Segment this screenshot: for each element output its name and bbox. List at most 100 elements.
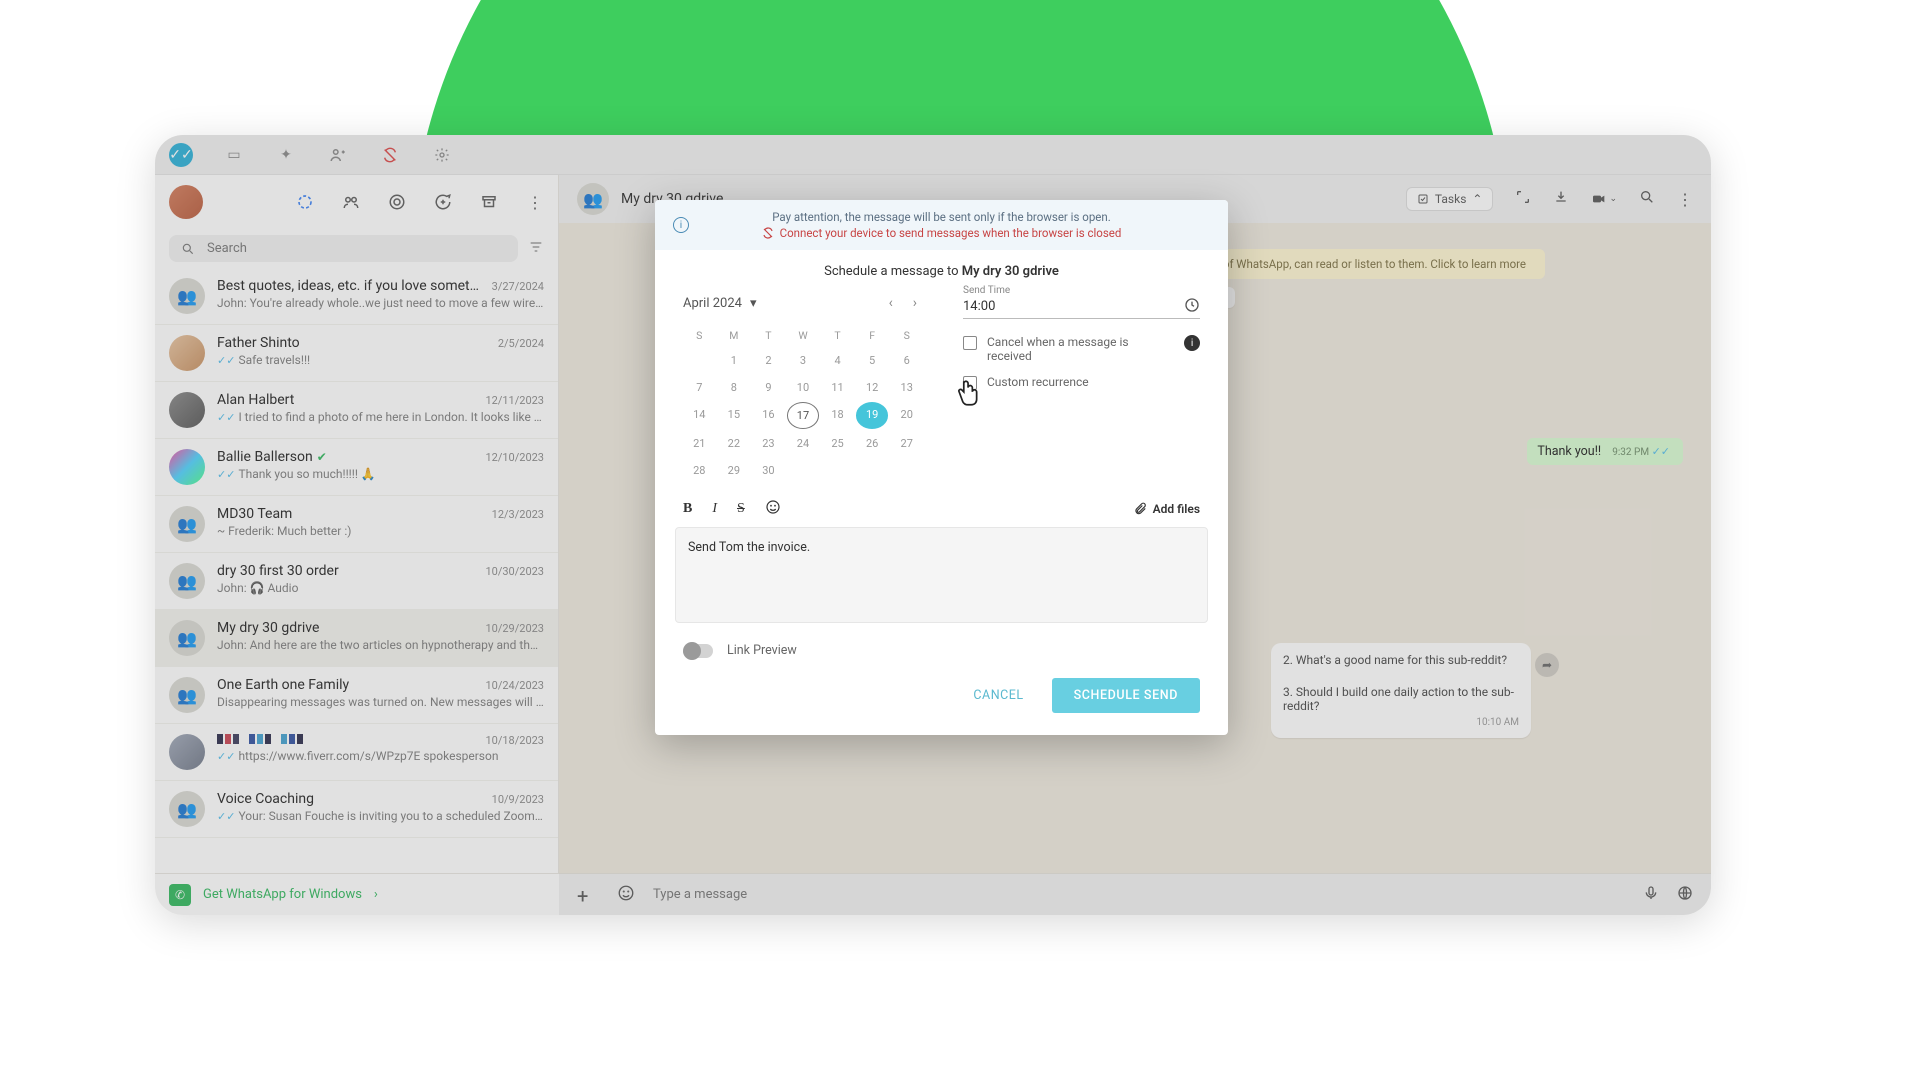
calendar-day[interactable]: 8: [718, 375, 751, 400]
chat-avatar[interactable]: 👥: [577, 183, 609, 215]
calendar-day[interactable]: 1: [718, 348, 751, 373]
calendar-day[interactable]: 15: [718, 402, 751, 429]
get-windows-label: Get WhatsApp for Windows: [203, 887, 362, 902]
time-field[interactable]: Send Time: [963, 293, 1200, 319]
chat-list-item[interactable]: Ballie Ballerson✔12/10/2023✓✓Thank you s…: [155, 439, 558, 496]
calendar-day[interactable]: 23: [752, 431, 785, 456]
expand-icon[interactable]: [1515, 189, 1531, 209]
chat-list-item[interactable]: 10/18/2023✓✓https://www.fiverr.com/s/WPz…: [155, 724, 558, 781]
channels-icon[interactable]: [388, 193, 406, 211]
calendar-day[interactable]: 2: [752, 348, 785, 373]
calendar-day[interactable]: 24: [787, 431, 820, 456]
calendar-day-header: S: [890, 325, 923, 346]
cancel-button[interactable]: CANCEL: [959, 678, 1037, 713]
chat-list-item[interactable]: 👥One Earth one Family10/24/2023Disappear…: [155, 667, 558, 724]
calendar-day[interactable]: 7: [683, 375, 716, 400]
calendar-day[interactable]: 28: [683, 458, 716, 483]
calendar-day[interactable]: 5: [856, 348, 889, 373]
schedule-send-button[interactable]: SCHEDULE SEND: [1052, 678, 1200, 713]
next-month-icon[interactable]: ›: [907, 293, 923, 313]
chat-list-item[interactable]: 👥Voice Coaching10/9/2023✓✓Your: Susan Fo…: [155, 781, 558, 838]
calendar-day[interactable]: 30: [752, 458, 785, 483]
add-files-button[interactable]: Add files: [1133, 502, 1200, 516]
forward-icon[interactable]: ➦: [1535, 653, 1559, 677]
tab-add-user-icon[interactable]: [327, 144, 349, 166]
chat-item-name: My dry 30 gdrive: [217, 620, 319, 636]
chat-item-preview: ✓✓Safe travels!!!: [217, 353, 544, 367]
notice-line-2[interactable]: Connect your device to send messages whe…: [780, 226, 1122, 240]
status-ring-icon[interactable]: [296, 193, 314, 211]
strikethrough-icon[interactable]: S: [737, 501, 745, 517]
calendar-day[interactable]: 10: [787, 375, 820, 400]
chat-list-item[interactable]: 👥dry 30 first 30 order10/30/2023John: 🎧 …: [155, 553, 558, 610]
emoji-picker-icon[interactable]: [765, 499, 781, 519]
chat-item-date: 10/30/2023: [485, 565, 544, 578]
chat-list-item[interactable]: Father Shinto2/5/2024✓✓Safe travels!!!: [155, 325, 558, 382]
header-search-icon[interactable]: [1639, 189, 1655, 209]
calendar-day[interactable]: 13: [890, 375, 923, 400]
chat-list-item[interactable]: 👥MD30 Team12/3/2023~ Frederik: Much bett…: [155, 496, 558, 553]
calendar-day[interactable]: 12: [856, 375, 889, 400]
sync-off-icon[interactable]: [379, 144, 401, 166]
calendar-day[interactable]: 9: [752, 375, 785, 400]
chat-item-date: 10/29/2023: [485, 622, 544, 635]
tasks-label: Tasks: [1435, 192, 1467, 206]
get-windows-banner[interactable]: ✆ Get WhatsApp for Windows ›: [155, 873, 559, 915]
communities-icon[interactable]: [342, 193, 360, 211]
prev-month-icon[interactable]: ‹: [883, 293, 899, 313]
archive-icon[interactable]: [480, 193, 498, 211]
header-menu-icon[interactable]: ⋮: [1677, 190, 1693, 209]
sidebar-menu-icon[interactable]: ⋮: [526, 193, 544, 211]
chat-list-item[interactable]: Alan Halbert12/11/2023✓✓I tried to find …: [155, 382, 558, 439]
new-chat-icon[interactable]: [434, 193, 452, 211]
calendar-day[interactable]: 4: [821, 348, 854, 373]
attach-icon[interactable]: +: [577, 884, 599, 906]
calendar-day[interactable]: 25: [821, 431, 854, 456]
calendar-day[interactable]: 11: [821, 375, 854, 400]
message-textarea[interactable]: Send Tom the invoice.: [675, 527, 1208, 623]
calendar-day[interactable]: 18: [821, 402, 854, 429]
tab-sparkle-icon[interactable]: ✦: [275, 144, 297, 166]
tasks-button[interactable]: Tasks ⌃: [1406, 187, 1494, 211]
incoming-bubble[interactable]: 2. What's a good name for this sub-reddi…: [1271, 643, 1531, 738]
calendar-day[interactable]: 17: [787, 402, 820, 429]
calendar-day[interactable]: 29: [718, 458, 751, 483]
calendar-day[interactable]: 27: [890, 431, 923, 456]
schedule-modal: i Pay attention, the message will be sen…: [655, 200, 1228, 735]
search-input[interactable]: Search: [169, 235, 518, 262]
info-dot-icon[interactable]: i: [1184, 335, 1200, 351]
filter-icon[interactable]: [528, 239, 544, 259]
month-picker[interactable]: April 2024 ▾: [683, 296, 875, 311]
calendar-day[interactable]: 22: [718, 431, 751, 456]
checkbox-icon[interactable]: [963, 336, 977, 350]
cancel-on-receive-option[interactable]: Cancel when a message is received i: [963, 335, 1200, 363]
calendar-day[interactable]: 3: [787, 348, 820, 373]
calendar-day[interactable]: 16: [752, 402, 785, 429]
calendar-day[interactable]: 6: [890, 348, 923, 373]
calendar-day[interactable]: 26: [856, 431, 889, 456]
bold-icon[interactable]: B: [683, 501, 692, 517]
time-input[interactable]: [963, 293, 1200, 319]
message-input[interactable]: [653, 887, 1625, 902]
link-preview-toggle[interactable]: [683, 644, 713, 658]
time-label: Send Time: [963, 285, 1010, 296]
calendar-day[interactable]: 20: [890, 402, 923, 429]
calendar-day[interactable]: 14: [683, 402, 716, 429]
emoji-icon[interactable]: [617, 884, 635, 906]
chat-list-item[interactable]: 👥Best quotes, ideas, etc. if you love so…: [155, 268, 558, 325]
tab-messages-icon[interactable]: ▭: [223, 144, 245, 166]
user-avatar[interactable]: [169, 185, 203, 219]
video-call-icon[interactable]: ⌄: [1591, 191, 1617, 207]
sidebar: ⋮ Search 👥Best quotes, ideas, etc. if yo…: [155, 175, 559, 873]
calendar-day[interactable]: 21: [683, 431, 716, 456]
download-icon[interactable]: [1553, 189, 1569, 209]
outgoing-bubble[interactable]: Thank you!! 9:32 PM ✓✓: [1527, 438, 1683, 465]
custom-recurrence-option[interactable]: Custom recurrence: [963, 375, 1200, 390]
mic-icon[interactable]: [1643, 885, 1659, 905]
chat-list-item[interactable]: 👥My dry 30 gdrive10/29/2023John: And her…: [155, 610, 558, 667]
calendar-day[interactable]: 19: [856, 402, 889, 429]
italic-icon[interactable]: I: [712, 501, 717, 517]
tab-chats-icon[interactable]: ✓✓: [169, 143, 193, 167]
globe-icon[interactable]: [1677, 885, 1693, 905]
gear-icon[interactable]: [431, 144, 453, 166]
